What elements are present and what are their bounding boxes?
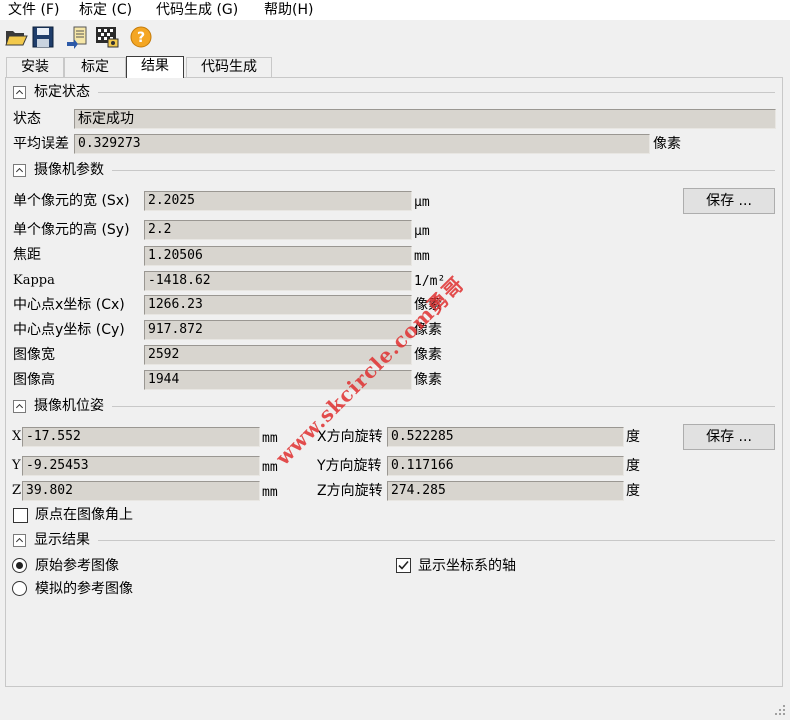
param-field-cy[interactable]: 917.872 (144, 320, 412, 340)
param-unit-kappa: 1/m² (414, 274, 446, 289)
param-unit-cx: 像素 (414, 297, 442, 313)
param-unit-width: 像素 (414, 347, 442, 363)
menu-help[interactable]: 帮助(H) (264, 0, 313, 20)
section-title-camera-params: 摄像机参数 (34, 162, 104, 178)
menu-calibration[interactable]: 标定 (C) (79, 0, 132, 20)
param-label-height: 图像高 (13, 372, 55, 388)
section-title-camera-pose: 摄像机位姿 (34, 398, 104, 414)
pose-field-x[interactable]: -17.552 (22, 427, 260, 447)
collapse-toggle-icon[interactable] (13, 164, 26, 177)
pose-rot-field-x[interactable]: 0.522285 (387, 427, 624, 447)
pose-axis-y: Y (12, 458, 21, 473)
pose-field-y[interactable]: -9.25453 (22, 456, 260, 476)
calibration-board-icon[interactable] (94, 24, 120, 50)
pose-field-z[interactable]: 39.802 (22, 481, 260, 501)
param-label-width: 图像宽 (13, 347, 55, 363)
save-camera-params-button[interactable]: 保存 ... (683, 188, 775, 214)
param-label-cy: 中心点y坐标 (Cy) (13, 322, 125, 338)
param-field-focus[interactable]: 1.20506 (144, 246, 412, 266)
save-camera-pose-button[interactable]: 保存 ... (683, 424, 775, 450)
param-label-sy: 单个像元的高 (Sy) (13, 222, 130, 238)
pose-rot-label-y: Y方向旋转 (317, 458, 382, 474)
param-field-height[interactable]: 1944 (144, 370, 412, 390)
radio-simulated-image[interactable] (12, 581, 27, 596)
export-document-icon[interactable] (64, 24, 90, 50)
tab-calibration[interactable]: 标定 (64, 57, 126, 77)
pose-rot-field-z[interactable]: 274.285 (387, 481, 624, 501)
pose-rot-unit-y: 度 (626, 458, 640, 474)
pose-axis-x: X (12, 429, 22, 444)
menu-bar: 文件 (F) 标定 (C) 代码生成 (G) 帮助(H) (0, 0, 790, 20)
param-unit-height: 像素 (414, 372, 442, 388)
param-field-kappa[interactable]: -1418.62 (144, 271, 412, 291)
pose-unit-x: mm (262, 431, 278, 446)
section-divider (112, 170, 775, 171)
param-unit-cy: 像素 (414, 322, 442, 338)
folder-open-icon[interactable] (3, 24, 29, 50)
pose-unit-z: mm (262, 485, 278, 500)
svg-text:?: ? (137, 30, 145, 46)
menu-code-generation[interactable]: 代码生成 (G) (156, 0, 238, 20)
mean-error-label: 平均误差 (13, 136, 69, 152)
param-field-cx[interactable]: 1266.23 (144, 295, 412, 315)
param-unit-sx: µm (414, 195, 430, 210)
pose-rot-unit-z: 度 (626, 483, 640, 499)
param-field-width[interactable]: 2592 (144, 345, 412, 365)
tab-install[interactable]: 安装 (6, 57, 64, 77)
pose-axis-z: Z (12, 483, 22, 498)
section-divider (98, 92, 775, 93)
origin-at-corner-checkbox[interactable] (13, 508, 28, 523)
param-field-sy[interactable]: 2.2 (144, 220, 412, 240)
pose-unit-y: mm (262, 460, 278, 475)
pose-rot-field-y[interactable]: 0.117166 (387, 456, 624, 476)
mean-error-field[interactable]: 0.329273 (74, 134, 650, 154)
origin-at-corner-label: 原点在图像角上 (35, 507, 133, 523)
param-unit-sy: µm (414, 224, 430, 239)
tab-results[interactable]: 结果 (126, 56, 184, 78)
param-label-focus: 焦距 (13, 247, 41, 263)
status-label: 状态 (13, 111, 41, 127)
pose-rot-label-x: X方向旋转 (317, 429, 383, 445)
collapse-toggle-icon[interactable] (13, 86, 26, 99)
section-title-calib-status: 标定状态 (34, 84, 90, 100)
radio-simulated-label: 模拟的参考图像 (35, 581, 133, 597)
show-axes-checkbox[interactable] (396, 558, 411, 573)
param-field-sx[interactable]: 2.2025 (144, 191, 412, 211)
pose-rot-label-z: Z方向旋转 (317, 483, 383, 499)
toolbar: ? (0, 22, 790, 52)
checkmark-icon (398, 560, 409, 570)
section-title-display: 显示结果 (34, 532, 90, 548)
mean-error-unit: 像素 (653, 136, 681, 152)
param-label-cx: 中心点x坐标 (Cx) (13, 297, 125, 313)
section-divider (112, 406, 775, 407)
pose-rot-unit-x: 度 (626, 429, 640, 445)
help-icon[interactable]: ? (128, 24, 154, 50)
radio-original-label: 原始参考图像 (35, 558, 119, 574)
resize-grip-icon[interactable] (774, 704, 786, 716)
collapse-toggle-icon[interactable] (13, 400, 26, 413)
show-axes-label: 显示坐标系的轴 (418, 558, 516, 574)
menu-file[interactable]: 文件 (F) (8, 0, 59, 20)
section-divider (98, 540, 775, 541)
param-label-sx: 单个像元的宽 (Sx) (13, 193, 130, 209)
tab-code-generation[interactable]: 代码生成 (186, 57, 272, 77)
status-field[interactable]: 标定成功 (74, 109, 776, 129)
collapse-toggle-icon[interactable] (13, 534, 26, 547)
radio-original-image[interactable] (12, 558, 27, 573)
param-unit-focus: mm (414, 249, 430, 264)
status-bar (0, 690, 790, 720)
param-label-kappa: Kappa (13, 273, 55, 288)
save-disk-icon[interactable] (30, 24, 56, 50)
